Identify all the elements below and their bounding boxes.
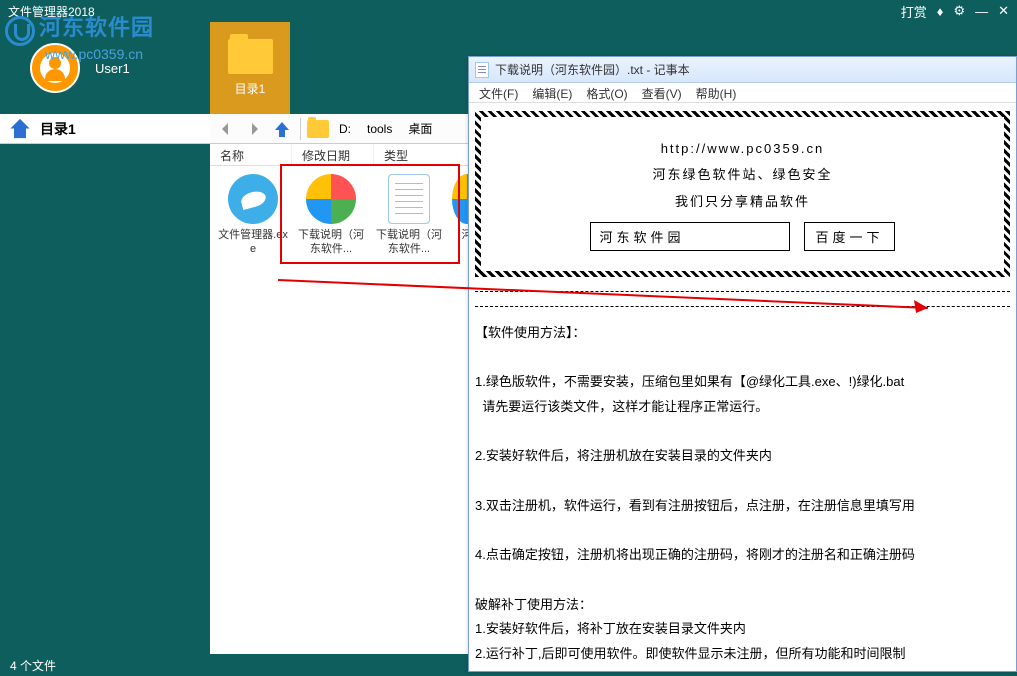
file-label: 文件管理器.exe	[218, 228, 288, 257]
user-block: User1	[0, 43, 210, 93]
file-item[interactable]: 下载说明（河东软件...	[374, 174, 444, 257]
settings-icon[interactable]: ⚙	[953, 3, 965, 19]
titlebar-controls: 打赏 ♦ ⚙ — ✕	[901, 2, 1009, 21]
menu-format[interactable]: 格式(O)	[586, 85, 627, 100]
app-icon	[306, 174, 356, 224]
notepad-title: 下载说明（河东软件园）.txt - 记事本	[495, 61, 690, 78]
up-button[interactable]	[270, 117, 294, 141]
notepad-icon	[475, 62, 489, 78]
username: User1	[95, 61, 130, 76]
divider	[475, 306, 1010, 307]
current-directory: 目录1	[40, 119, 76, 139]
status-count: 4 个文件	[10, 659, 56, 673]
notepad-titlebar: 下载说明（河东软件园）.txt - 记事本	[469, 57, 1016, 83]
file-item[interactable]: 下载说明（河东软件...	[296, 174, 366, 257]
divider	[475, 291, 1010, 292]
file-item[interactable]: 文件管理器.exe	[218, 174, 288, 257]
left-header: 目录1	[0, 114, 210, 144]
menu-help[interactable]: 帮助(H)	[696, 85, 737, 100]
directory-tab[interactable]: 目录1	[210, 22, 290, 114]
banner-search-text: 河东软件园	[590, 222, 790, 251]
banner-url: http://www.pc0359.cn	[489, 141, 996, 156]
avatar[interactable]	[30, 43, 80, 93]
titlebar: 文件管理器2018 打赏 ♦ ⚙ — ✕	[0, 0, 1017, 22]
notepad-window: 下载说明（河东软件园）.txt - 记事本 文件(F) 编辑(E) 格式(O) …	[468, 56, 1017, 672]
txt-icon	[388, 174, 430, 224]
file-label: 下载说明（河东软件...	[374, 228, 444, 257]
menu-edit[interactable]: 编辑(E)	[532, 85, 572, 100]
column-date[interactable]: 修改日期	[292, 144, 374, 165]
close-button[interactable]: ✕	[998, 3, 1009, 19]
menu-file[interactable]: 文件(F)	[479, 85, 518, 100]
back-button[interactable]	[214, 117, 238, 141]
forward-button[interactable]	[242, 117, 266, 141]
menu-view[interactable]: 查看(V)	[642, 85, 682, 100]
minimize-button[interactable]: —	[975, 4, 988, 19]
file-label: 下载说明（河东软件...	[296, 228, 366, 257]
notepad-body[interactable]: http://www.pc0359.cn 河东绿色软件站、绿色安全 我们只分享精…	[469, 103, 1016, 675]
breadcrumb-item[interactable]: 桌面	[402, 120, 438, 137]
notepad-menu: 文件(F) 编辑(E) 格式(O) 查看(V) 帮助(H)	[469, 83, 1016, 103]
ascii-banner: http://www.pc0359.cn 河东绿色软件站、绿色安全 我们只分享精…	[475, 111, 1010, 277]
left-pane: 目录1	[0, 114, 210, 654]
breadcrumb-item[interactable]: tools	[361, 122, 398, 136]
separator	[300, 118, 301, 140]
shirt-icon[interactable]: ♦	[937, 4, 944, 19]
breadcrumb-drive[interactable]: D:	[333, 122, 357, 136]
app-title: 文件管理器2018	[8, 3, 95, 20]
banner-line: 河东绿色软件站、绿色安全	[489, 164, 996, 183]
banner-search-btn: 百度一下	[804, 222, 894, 251]
donate-button[interactable]: 打赏	[901, 2, 927, 21]
notepad-text: 【软件使用方法】： 1.绿色版软件，不需要安装，压缩包里如果有【@绿化工具.ex…	[475, 321, 1010, 667]
folder-icon	[307, 120, 329, 138]
exe-icon	[228, 174, 278, 224]
column-name[interactable]: 名称	[210, 144, 292, 165]
banner-line: 我们只分享精品软件	[489, 191, 996, 210]
directory-tab-label: 目录1	[235, 80, 266, 97]
folder-icon	[228, 39, 273, 74]
home-icon[interactable]	[8, 117, 32, 141]
